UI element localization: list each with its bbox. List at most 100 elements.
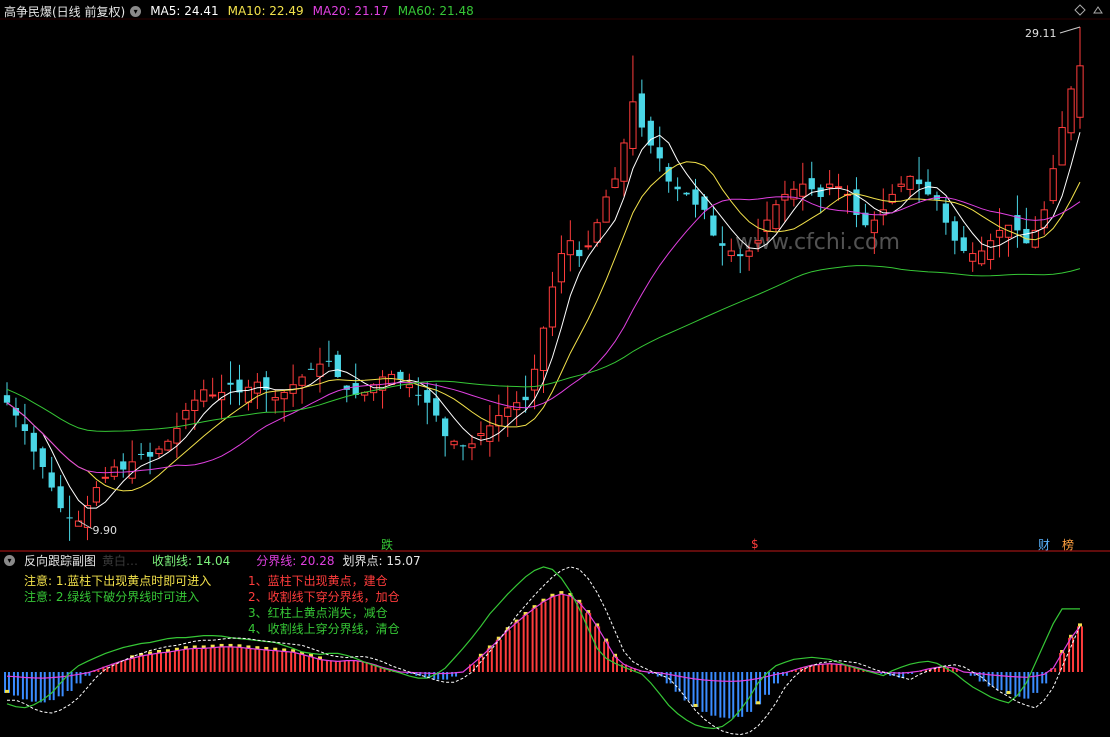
candle-body-up[interactable]	[155, 448, 163, 455]
candle-body-down[interactable]	[66, 517, 73, 519]
candle-body-down[interactable]	[951, 221, 958, 241]
candle-body-up[interactable]	[557, 253, 566, 283]
candle-body-up[interactable]	[611, 178, 619, 189]
candle-body-down[interactable]	[915, 179, 923, 185]
candle-body-up[interactable]	[110, 466, 118, 477]
candle-body-up[interactable]	[539, 327, 548, 372]
candle-body-up[interactable]	[995, 229, 1004, 238]
candle-body-up[interactable]	[173, 427, 181, 444]
candle-body-down[interactable]	[924, 181, 932, 195]
candle-body-down[interactable]	[1023, 228, 1030, 244]
candle-body-up[interactable]	[450, 440, 458, 446]
candle-body-down[interactable]	[683, 192, 690, 195]
candle-body-down[interactable]	[433, 398, 440, 416]
candlestick-chart[interactable]: 9.90 29.11	[0, 0, 1110, 737]
candle-body-down[interactable]	[3, 395, 11, 403]
candle-body-up[interactable]	[513, 402, 521, 411]
candle-body-down[interactable]	[146, 452, 154, 457]
candle-body-down[interactable]	[737, 254, 744, 257]
candle-body-up[interactable]	[870, 219, 878, 234]
candle-body-up[interactable]	[548, 286, 557, 328]
candle-body-up[interactable]	[745, 250, 753, 257]
candle-body-up[interactable]	[566, 240, 574, 256]
candle-body-up[interactable]	[209, 394, 217, 397]
candle-body-down[interactable]	[30, 432, 37, 452]
candle-body-up[interactable]	[1067, 88, 1075, 134]
candle-body-down[interactable]	[352, 383, 359, 395]
candle-body-up[interactable]	[1049, 168, 1057, 202]
candle-body-down[interactable]	[307, 368, 315, 370]
candle-body-up[interactable]	[602, 196, 610, 223]
candle-body-up[interactable]	[83, 505, 92, 528]
candle-body-down[interactable]	[48, 472, 55, 488]
candle-body-up[interactable]	[629, 101, 637, 149]
triangle-icon[interactable]	[1093, 6, 1103, 14]
candle-body-up[interactable]	[969, 253, 977, 262]
yellow-dot	[1078, 623, 1082, 627]
candle-body-down[interactable]	[442, 418, 449, 437]
candle-body-up[interactable]	[191, 399, 199, 412]
shouge-line	[6, 566, 1080, 730]
candle-body-down[interactable]	[227, 382, 234, 385]
candle-body-down[interactable]	[942, 203, 950, 223]
candle-body-up[interactable]	[101, 476, 109, 479]
candle-body-down[interactable]	[39, 448, 46, 467]
candle-body-down[interactable]	[120, 461, 127, 470]
candle-body-down[interactable]	[710, 215, 717, 236]
candle-body-down[interactable]	[674, 186, 681, 190]
candle-body-down[interactable]	[719, 243, 726, 246]
candle-body-down[interactable]	[397, 371, 404, 380]
candle-body-up[interactable]	[1076, 65, 1084, 118]
candle-body-up[interactable]	[834, 186, 843, 189]
candle-body-down[interactable]	[853, 189, 860, 215]
candle-body-up[interactable]	[986, 240, 995, 260]
high-arrow	[1059, 26, 1081, 34]
candle-body-up[interactable]	[897, 183, 905, 187]
candle-body-down[interactable]	[334, 354, 341, 377]
candle-body-up[interactable]	[280, 391, 288, 400]
candle-body-up[interactable]	[477, 433, 485, 436]
fenjie-line	[6, 593, 1081, 682]
candle-body-down[interactable]	[137, 453, 145, 455]
candle-body-up[interactable]	[504, 407, 512, 417]
candle-body-down[interactable]	[325, 360, 333, 362]
candle-body-down[interactable]	[522, 396, 529, 401]
candle-body-up[interactable]	[164, 440, 172, 451]
candle-body-up[interactable]	[182, 409, 190, 420]
candle-body-down[interactable]	[57, 486, 64, 509]
candle-body-up[interactable]	[826, 183, 834, 188]
candle-body-up[interactable]	[369, 384, 378, 394]
candle-body-down[interactable]	[21, 424, 29, 431]
candle-body-up[interactable]	[727, 250, 735, 257]
candle-body-up[interactable]	[1058, 127, 1066, 166]
candle-body-up[interactable]	[405, 384, 414, 389]
candle-body-up[interactable]	[92, 487, 101, 503]
candle-body-up[interactable]	[316, 363, 324, 377]
candle-body-up[interactable]	[298, 376, 306, 386]
candle-body-down[interactable]	[656, 147, 663, 159]
candle-body-down[interactable]	[415, 394, 422, 396]
candle-body-up[interactable]	[620, 142, 628, 182]
candle-body-up[interactable]	[978, 250, 986, 265]
candle-body-up[interactable]	[799, 183, 807, 197]
candle-body-up[interactable]	[468, 443, 476, 449]
candle-body-up[interactable]	[772, 204, 780, 230]
candle-body-up[interactable]	[754, 240, 762, 244]
candle-body-up[interactable]	[584, 245, 592, 248]
candle-body-up[interactable]	[200, 389, 208, 402]
candle-body-up[interactable]	[906, 175, 914, 190]
candle-body-up[interactable]	[128, 461, 136, 479]
candle-body-down[interactable]	[960, 237, 967, 251]
candle-body-up[interactable]	[271, 397, 279, 401]
candle-body-down[interactable]	[638, 93, 645, 128]
yellow-dot	[5, 689, 9, 693]
candle-body-down[interactable]	[692, 189, 699, 205]
candle-body-down[interactable]	[576, 249, 583, 257]
high-price-label: 29.11	[1025, 27, 1057, 40]
candle-body-up[interactable]	[593, 222, 601, 243]
candle-body-down[interactable]	[424, 390, 431, 403]
diamond-icon[interactable]	[1074, 4, 1086, 16]
candle-body-down[interactable]	[817, 187, 824, 197]
candle-body-down[interactable]	[459, 445, 467, 447]
candle-body-down[interactable]	[808, 178, 815, 190]
